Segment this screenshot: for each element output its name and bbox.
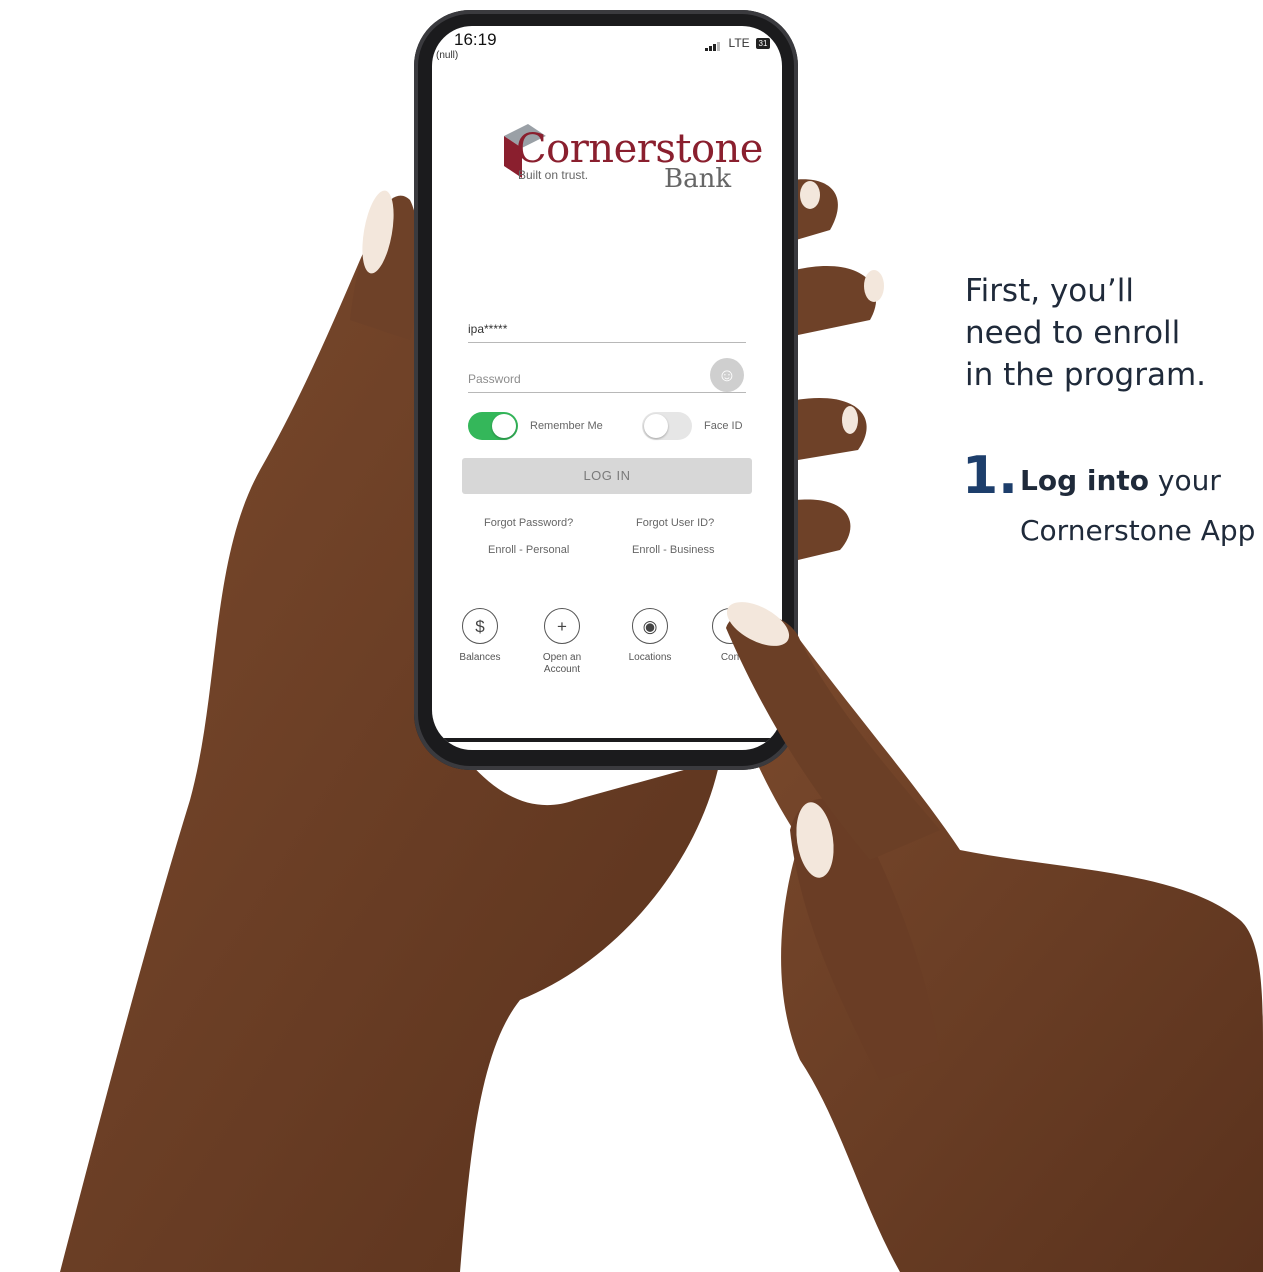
nav-contact[interactable]: Con [694,608,766,664]
password-placeholder: Password [468,372,521,386]
finger-4 [796,499,851,560]
right-hand [720,617,1263,1272]
remember-me-toggle[interactable] [468,412,518,440]
nav-open-account[interactable]: + Open an Account [526,608,598,676]
enroll-business-link[interactable]: Enroll - Business [632,544,715,556]
finger-2 [795,266,877,335]
forgot-password-link[interactable]: Forgot Password? [484,517,573,529]
nav-label: Open an Account [542,652,582,675]
face-id-label: Face ID [704,420,743,432]
username-field[interactable]: ipa***** [468,320,746,343]
step-one: 1. Log into your Cornerstone App [962,448,1263,568]
dollar-icon: $ [462,608,498,644]
nav-label: Balances [459,652,501,663]
password-field[interactable]: Password [468,370,746,393]
phone-screen: 16:19 (null) LTE 31 Cornerstone Built on… [432,26,782,750]
signal-icon [705,37,721,51]
login-button[interactable]: LOG IN [462,458,752,494]
phone-bottom-bezel [432,738,782,742]
contact-icon [712,608,748,644]
status-time: 16:19 [454,30,497,49]
step-bold-text: Log into [1020,464,1150,497]
caption-line: need to enroll [965,315,1181,351]
nav-balances[interactable]: $ Balances [444,608,516,664]
intro-caption: First, you’ll need to enroll in the prog… [965,270,1263,396]
status-indicators: LTE 31 [705,36,770,51]
enroll-personal-link[interactable]: Enroll - Personal [488,544,569,556]
caption-line: in the program. [965,357,1207,393]
status-carrier-note: (null) [436,50,459,61]
nav-label: Locations [628,652,672,663]
face-id-icon[interactable]: ☺ [710,358,744,392]
nav-label: Con [720,652,740,663]
battery-icon: 31 [756,38,770,50]
step-number: 1. [962,448,1018,506]
brand-subtitle: Bank [664,164,732,194]
step-line-2: Cornerstone App [1020,514,1256,547]
add-user-icon: + [544,608,580,644]
step-line-1: Log into your [1020,464,1221,497]
network-type: LTE [728,36,750,50]
caption-line: First, you’ll [965,273,1134,309]
brand-tagline: Built on trust. [518,168,589,182]
location-pin-icon: ◉ [632,608,668,644]
remember-me-label: Remember Me [530,420,603,432]
forgot-user-id-link[interactable]: Forgot User ID? [636,517,714,529]
step-text: your [1149,464,1221,497]
username-value: ipa***** [468,322,508,336]
nav-locations[interactable]: ◉ Locations [614,608,686,664]
face-id-toggle[interactable] [642,412,692,440]
